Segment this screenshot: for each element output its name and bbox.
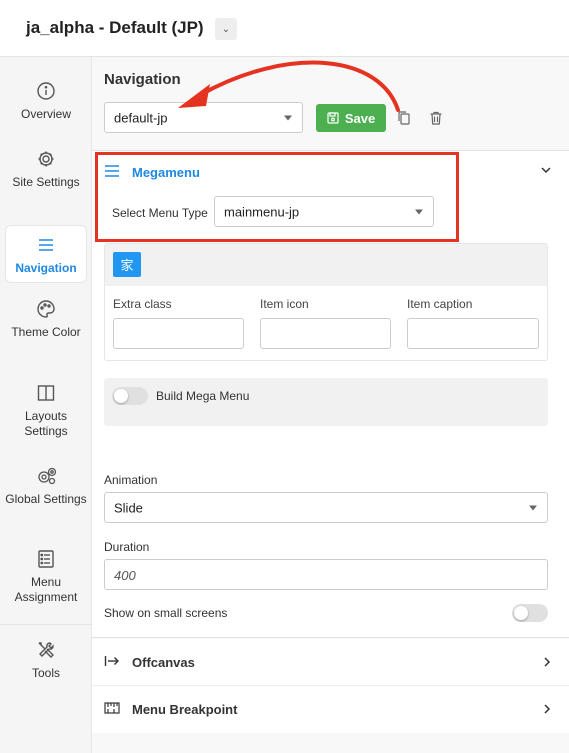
annotation-arrow (178, 60, 400, 112)
